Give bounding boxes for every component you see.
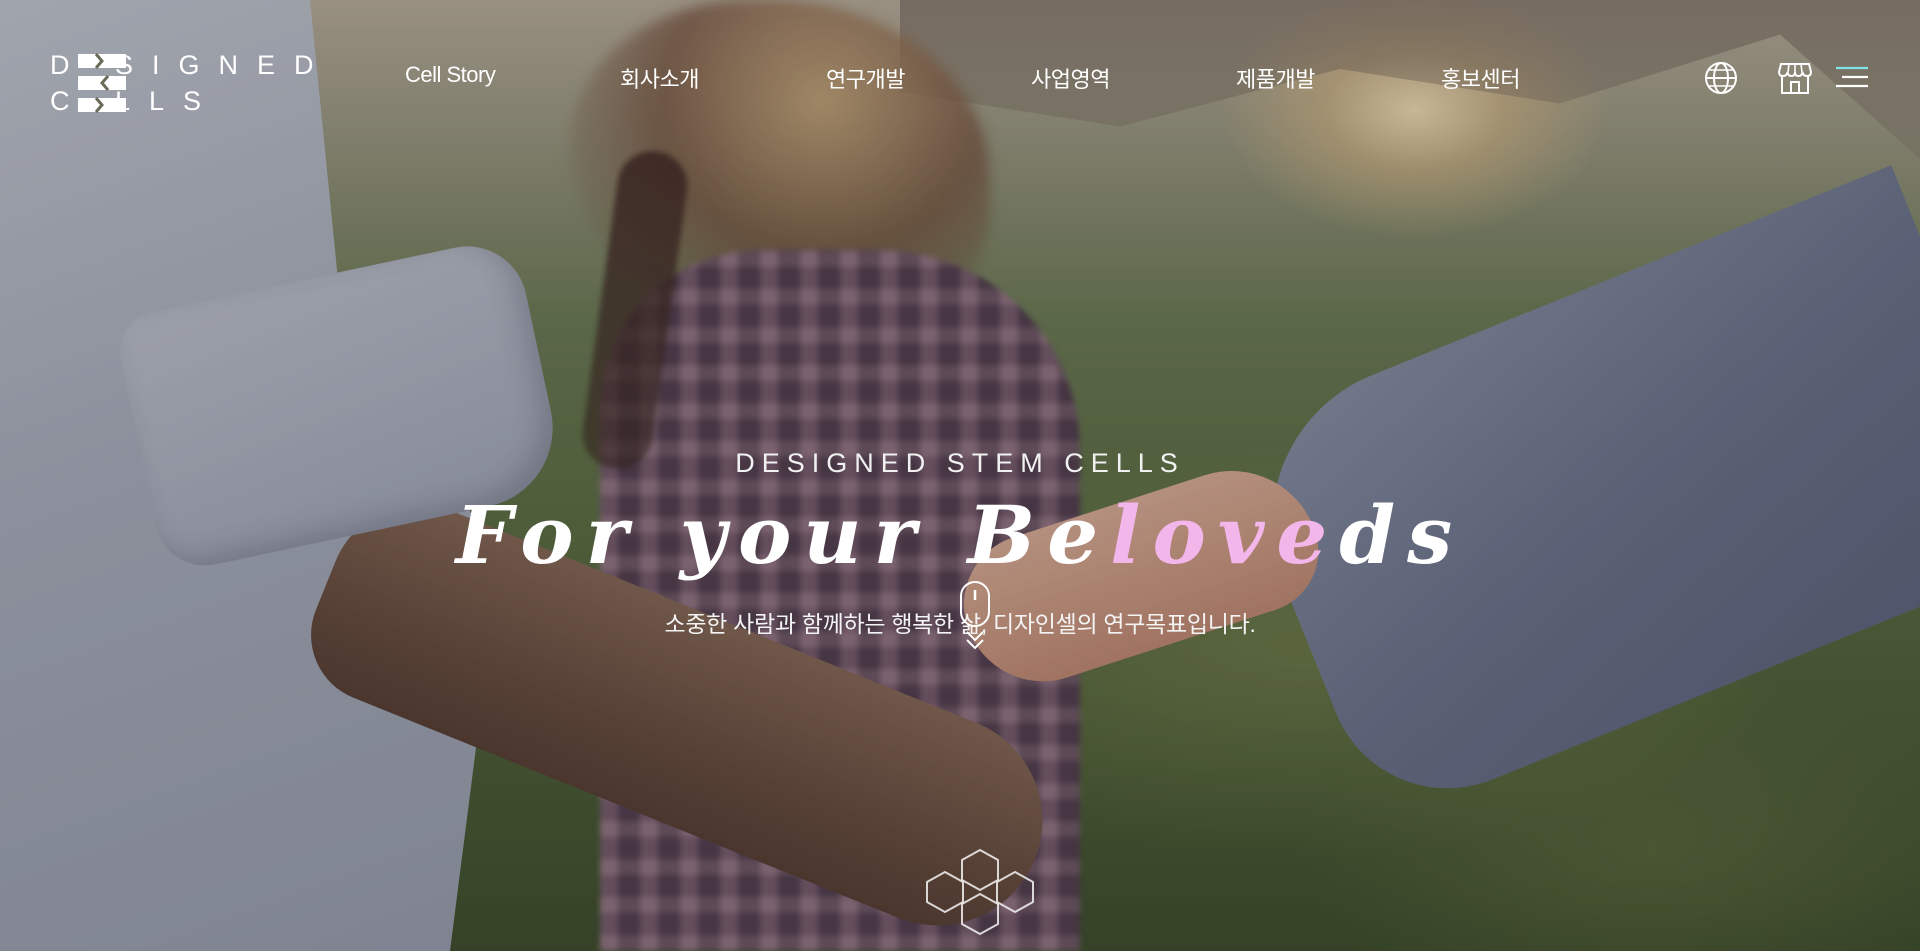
main-nav: Cell Story 회사소개 연구개발 사업영역 제품개발 홍보센터 [0,62,1920,92]
hero-eyebrow: DESIGNED STEM CELLS [735,448,1185,478]
nav-item-pr-center[interactable]: 홍보센터 [1441,62,1520,94]
store-icon[interactable] [1777,60,1813,96]
globe-icon[interactable] [1703,60,1739,96]
nav-item-cell-story[interactable]: Cell Story [405,62,496,88]
nav-item-company[interactable]: 회사소개 [620,62,699,94]
site-header: D SIGNED C LLS Cell Story 회사소개 연구개발 사업영역… [0,0,1920,160]
mouse-scroll-icon[interactable] [958,580,992,660]
headline-part-2: ds [1339,488,1465,582]
headline-highlight: love [1110,488,1340,582]
hexagon-cluster-icon [926,848,1034,936]
nav-item-research[interactable]: 연구개발 [826,62,905,94]
hero-headline: For your Beloveds [0,495,1920,575]
hero-section: D SIGNED C LLS Cell Story 회사소개 연구개발 사업영역… [0,0,1920,951]
hamburger-menu-icon[interactable] [1834,60,1870,96]
nav-item-products[interactable]: 제품개발 [1236,62,1315,94]
nav-item-business[interactable]: 사업영역 [1031,62,1110,94]
headline-part-1: For your Be [455,488,1111,582]
